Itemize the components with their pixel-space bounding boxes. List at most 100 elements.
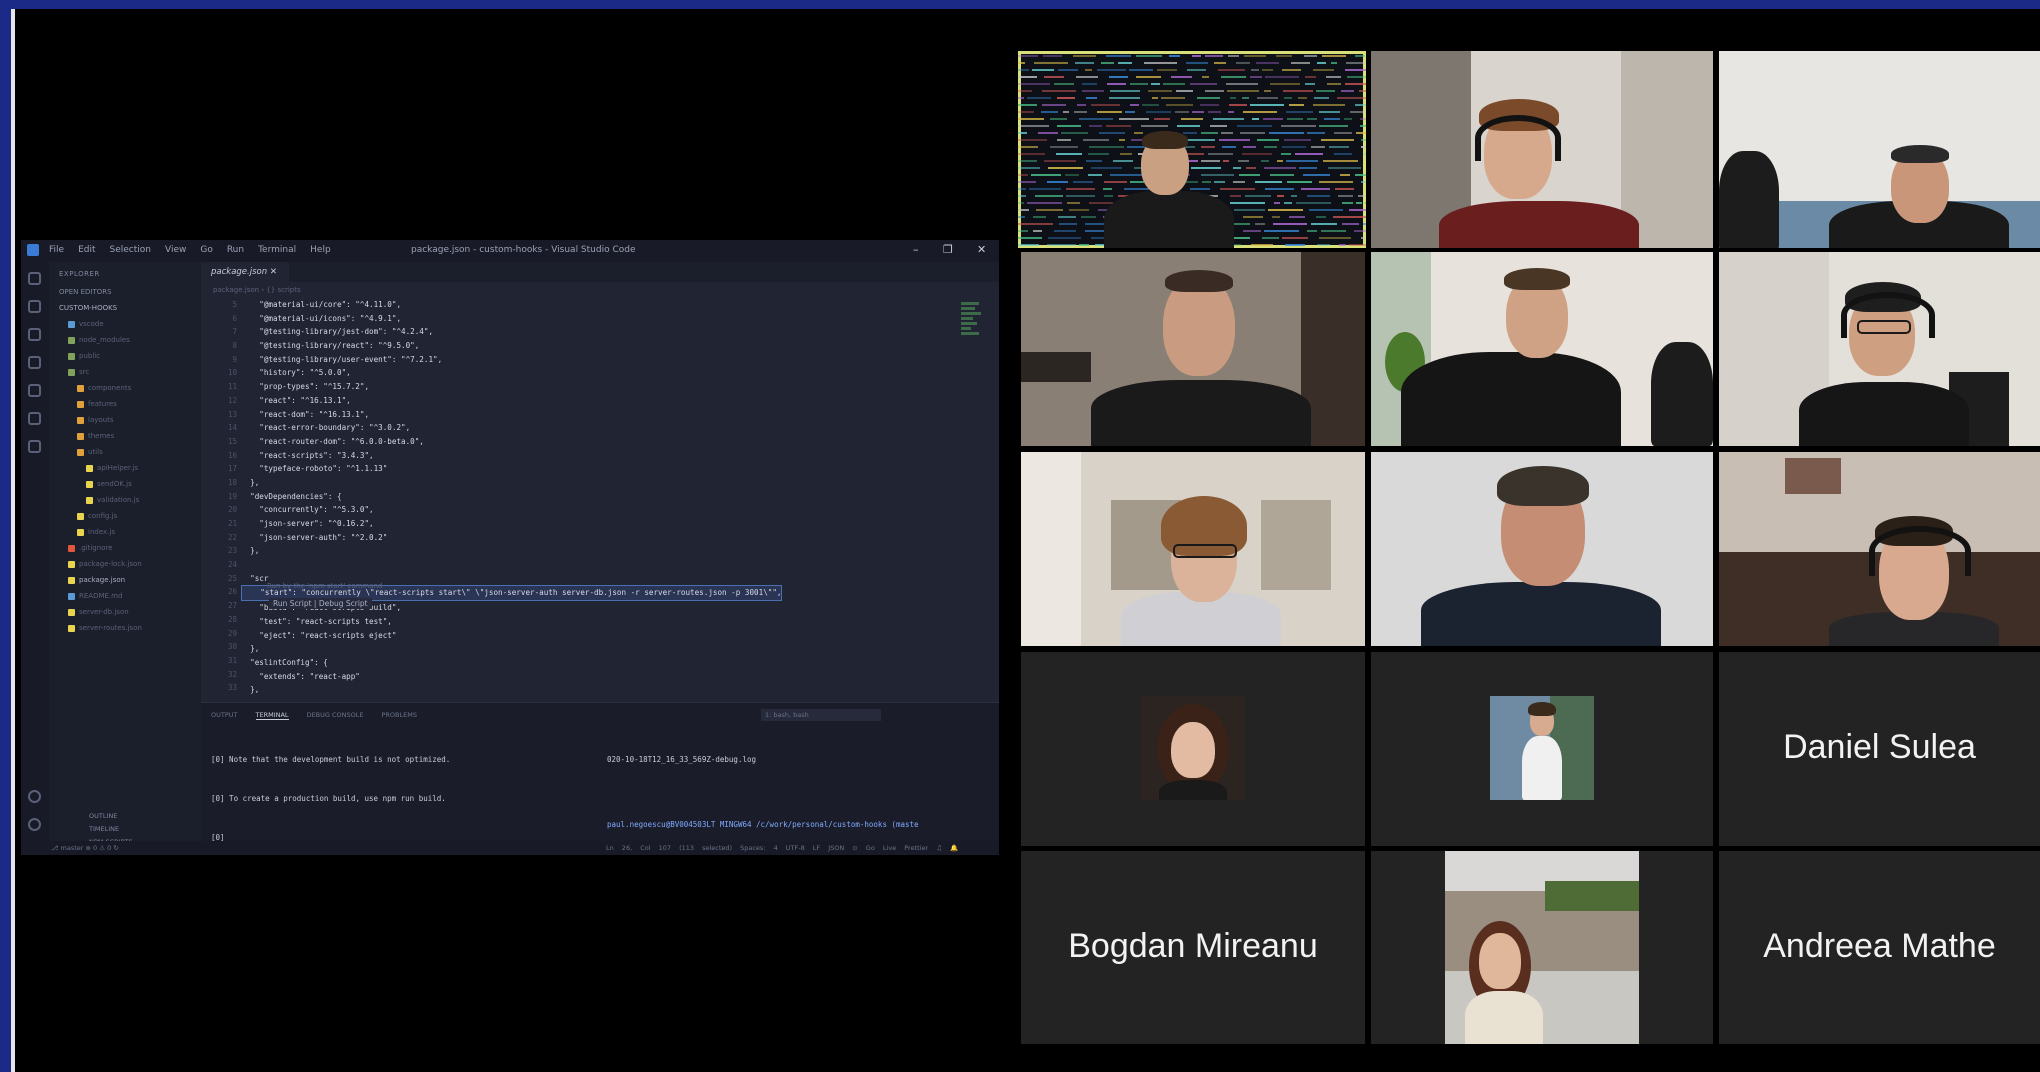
video-tile[interactable] (1371, 51, 1713, 248)
tab-output[interactable]: OUTPUT (211, 711, 238, 720)
code-wall-stroke (1281, 125, 1316, 127)
code-wall-stroke (1303, 174, 1330, 176)
video-tile-name[interactable]: Andreea Mathe (1719, 851, 2040, 1044)
line-number: 25 (227, 573, 237, 583)
code-editor[interactable]: package.json ✕ package.json › {} scripts… (201, 262, 999, 702)
menu-go[interactable]: Go (200, 245, 212, 255)
code-wall-stroke (1119, 139, 1125, 141)
codelens-run-debug[interactable]: Run Script | Debug Script (269, 598, 372, 609)
terminal-selector[interactable]: 1: bash, bash (761, 709, 881, 721)
code-wall-stroke (1069, 209, 1089, 211)
code-wall-stroke (1264, 90, 1271, 92)
menu-run[interactable]: Run (227, 245, 244, 255)
code-wall-stroke (1346, 62, 1366, 64)
timeline-section[interactable]: TIMELINE (89, 825, 119, 833)
explorer-item[interactable]: server-db.json (49, 608, 220, 620)
video-tile[interactable] (1719, 51, 2040, 248)
code-wall-stroke (1323, 160, 1358, 162)
minimize-button[interactable]: – (913, 243, 919, 256)
code-content[interactable]: "@material-ui/core": "^4.11.0", "@materi… (241, 298, 783, 697)
menu-edit[interactable]: Edit (78, 245, 95, 255)
explorer-item[interactable]: server-routes.json (49, 624, 220, 636)
video-tile[interactable] (1719, 452, 2040, 646)
panel-tabs: OUTPUT TERMINAL DEBUG CONSOLE PROBLEMS (211, 711, 417, 720)
terminal-left-pane[interactable]: [0] Note that the development build is n… (211, 727, 450, 855)
code-wall-stroke (1304, 55, 1317, 57)
terminal-right-pane[interactable]: 020-10-18T12_16_33_569Z-debug.log paul.n… (607, 727, 919, 855)
remote-icon[interactable] (28, 412, 41, 425)
code-line: "react-router-dom": "^6.0.0-beta.0", (241, 436, 424, 446)
explorer-item-label: sendOK.js (97, 480, 132, 488)
run-debug-icon[interactable] (28, 356, 41, 369)
menu-help[interactable]: Help (310, 245, 331, 255)
code-wall-stroke (1240, 132, 1265, 134)
explorer-item[interactable]: package.json (49, 576, 220, 588)
tab-problems[interactable]: PROBLEMS (381, 711, 416, 720)
code-wall-stroke (1243, 216, 1263, 218)
close-button[interactable]: ✕ (977, 243, 986, 256)
tab-terminal[interactable]: TERMINAL (255, 711, 289, 720)
code-line: "eject": "react-scripts eject" (241, 630, 397, 640)
code-wall-stroke (1018, 125, 1049, 127)
settings-gear-icon[interactable] (28, 818, 41, 831)
status-right[interactable]: Ln 26, Col 107 (113 selected) Spaces: 4 … (606, 844, 958, 852)
code-line: "@material-ui/icons": "^4.9.1", (241, 313, 402, 323)
status-left[interactable]: ⎇ master ⊗ 0 ⚠ 0 ↻ (51, 844, 119, 852)
code-wall-stroke (1264, 230, 1299, 232)
explorer-icon[interactable] (28, 272, 41, 285)
vscode-titlebar: File Edit Selection View Go Run Terminal… (21, 240, 999, 262)
explorer-item[interactable]: vscode (49, 320, 220, 332)
video-tile[interactable] (1371, 252, 1713, 446)
video-tile[interactable] (1719, 252, 2040, 446)
menu-selection[interactable]: Selection (110, 245, 151, 255)
code-wall-stroke (1176, 90, 1193, 92)
code-wall-stroke (1057, 97, 1075, 99)
video-tile-name[interactable]: Daniel Sulea (1719, 652, 2040, 846)
explorer-item[interactable]: .gitignore (49, 544, 220, 556)
code-wall-stroke (1356, 132, 1366, 134)
explorer-item-label: validation.js (97, 496, 140, 504)
explorer-item[interactable]: README.md (49, 592, 220, 604)
code-wall-stroke (1018, 132, 1027, 134)
code-wall-stroke (1313, 104, 1345, 106)
source-control-icon[interactable] (28, 328, 41, 341)
explorer-item[interactable]: package-lock.json (49, 560, 220, 572)
code-wall-stroke (1018, 83, 1050, 85)
code-wall-stroke (1309, 209, 1343, 211)
search-icon[interactable] (28, 300, 41, 313)
video-tile-avatar[interactable] (1371, 851, 1713, 1044)
menu-file[interactable]: File (49, 245, 64, 255)
explorer-item[interactable]: CUSTOM-HOOKS (49, 304, 211, 316)
code-wall-stroke (1044, 76, 1064, 78)
account-icon[interactable] (28, 790, 41, 803)
outline-section[interactable]: OUTLINE (89, 812, 117, 820)
code-wall-stroke (1335, 188, 1354, 190)
file-icon (68, 352, 75, 360)
code-wall-stroke (1018, 153, 1045, 155)
video-tile[interactable] (1021, 452, 1365, 646)
code-wall-stroke (1236, 62, 1250, 64)
video-tile-avatar[interactable] (1021, 652, 1365, 846)
breadcrumb[interactable]: package.json › {} scripts (213, 286, 301, 294)
explorer-item[interactable]: OPEN EDITORS (49, 288, 211, 300)
code-wall-stroke (1262, 69, 1273, 71)
maximize-button[interactable]: ❐ (943, 243, 953, 256)
explorer-item[interactable]: src (49, 368, 220, 380)
video-tile[interactable] (1021, 252, 1365, 446)
minimap[interactable] (961, 302, 985, 352)
explorer-item[interactable]: node_modules (49, 336, 220, 348)
tab-debug-console[interactable]: DEBUG CONSOLE (307, 711, 364, 720)
video-tile-name[interactable]: Bogdan Mireanu (1021, 851, 1365, 1044)
extensions-icon[interactable] (28, 384, 41, 397)
code-wall-stroke (1326, 76, 1341, 78)
code-wall-stroke (1242, 97, 1249, 99)
explorer-item[interactable]: public (49, 352, 220, 364)
docker-icon[interactable] (28, 440, 41, 453)
code-wall-stroke (1286, 160, 1318, 162)
menu-terminal[interactable]: Terminal (258, 245, 296, 255)
video-tile-avatar[interactable] (1371, 652, 1713, 846)
video-tile-active-speaker[interactable] (1018, 51, 1366, 248)
tab-package-json[interactable]: package.json ✕ (201, 262, 289, 282)
video-tile[interactable] (1371, 452, 1713, 646)
menu-view[interactable]: View (165, 245, 186, 255)
